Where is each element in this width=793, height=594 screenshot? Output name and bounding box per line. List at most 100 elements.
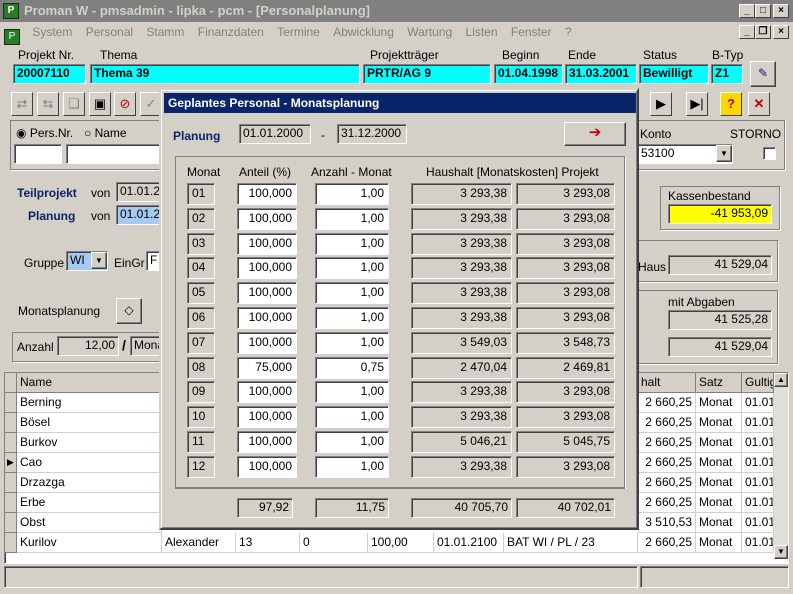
grid-cell-c3[interactable]: 100,00	[368, 533, 434, 553]
grid-cell-gultig[interactable]: 01.01	[742, 433, 774, 453]
row-selector-arrow-icon[interactable]: ▶	[5, 453, 17, 473]
grid-cell-gultig[interactable]: 01.01	[742, 533, 774, 553]
menu-abwicklung[interactable]: Abwicklung	[328, 22, 399, 42]
radio-persnr[interactable]: ◉ Pers.Nr.	[16, 126, 73, 140]
anteil-input[interactable]: 100,000	[237, 207, 297, 230]
help-icon[interactable]: ?	[720, 92, 742, 116]
anteil-input[interactable]: 100,000	[237, 282, 297, 305]
grid-cell-gultig[interactable]: 01.01	[742, 513, 774, 533]
col-header-halt[interactable]: halt	[638, 373, 696, 393]
save-icon[interactable]: ▣	[89, 92, 111, 116]
kassenbestand-field[interactable]: -41 953,09	[668, 204, 772, 224]
grid-cell-name[interactable]: Berning	[17, 393, 162, 413]
anteil-input[interactable]: 100,000	[237, 381, 297, 404]
exit-icon[interactable]: ➔	[564, 122, 626, 146]
thema-field[interactable]: Thema 39	[90, 64, 360, 84]
grid-cell-vorname[interactable]: Alexander	[162, 533, 236, 553]
anteil-input[interactable]: 100,000	[237, 307, 297, 329]
grid-cell-satz[interactable]: Monat	[696, 513, 742, 533]
anteil-input[interactable]: 100,000	[237, 232, 297, 255]
col-header-satz[interactable]: Satz	[696, 373, 742, 393]
col-header-gultig[interactable]: Gultig	[742, 373, 774, 393]
grid-cell-satz[interactable]: Monat	[696, 413, 742, 433]
close-window-button[interactable]: ×	[773, 4, 789, 18]
storno-checkbox[interactable]	[763, 147, 776, 160]
last-record-button[interactable]: ▶|	[686, 92, 708, 116]
grid-cell-satz[interactable]: Monat	[696, 393, 742, 413]
grid-cell-halt[interactable]: 2 660,25	[638, 533, 696, 553]
grid-cell-name[interactable]: Burkov	[17, 433, 162, 453]
grid-cell-name[interactable]: Cao	[17, 453, 162, 473]
row-selector[interactable]	[5, 393, 17, 413]
row-selector[interactable]	[5, 513, 17, 533]
grid-cell-gultig[interactable]: 01.01	[742, 393, 774, 413]
beginn-field[interactable]: 01.04.1998	[494, 64, 563, 84]
grid-cell-satz[interactable]: Monat	[696, 533, 742, 553]
haus-field[interactable]: 41 529,04	[668, 255, 772, 275]
anzahl-field[interactable]: 12,00	[57, 336, 119, 356]
row-selector[interactable]	[5, 473, 17, 493]
grid-cell-halt[interactable]: 2 660,25	[638, 473, 696, 493]
traeger-field[interactable]: PRTR/AG 9	[363, 64, 491, 84]
radio-name[interactable]: ○ Name	[84, 126, 127, 140]
anzahl-input[interactable]: 1,00	[315, 331, 389, 354]
scroll-down-button[interactable]: ▼	[774, 545, 788, 559]
anteil-input[interactable]: 100,000	[237, 455, 297, 478]
maximize-button[interactable]: □	[755, 4, 771, 18]
status-field[interactable]: Bewilligt	[639, 64, 709, 84]
ende-field[interactable]: 31.03.2001	[565, 64, 637, 84]
abgaben-field-2[interactable]: 41 529,04	[668, 337, 772, 357]
projekt-nr-field[interactable]: 20007110	[13, 64, 86, 84]
menu-wartung[interactable]: Wartung	[402, 22, 457, 42]
child-restore-button[interactable]: ❐	[755, 25, 771, 39]
name-input[interactable]	[66, 144, 160, 164]
row-selector[interactable]	[5, 413, 17, 433]
anzahl-input[interactable]: 1,00	[315, 207, 389, 230]
child-minimize-button[interactable]: _	[739, 25, 755, 39]
menu-fenster[interactable]: Fenster	[506, 22, 557, 42]
anzahl-input[interactable]: 1,00	[315, 381, 389, 404]
filter-icon[interactable]: ⇆	[37, 92, 59, 116]
menu-personal[interactable]: Personal	[81, 22, 138, 42]
child-close-button[interactable]: ×	[773, 25, 789, 39]
grid-cell-name[interactable]: Drzazga	[17, 473, 162, 493]
persnr-input[interactable]	[14, 144, 62, 164]
menu-system[interactable]: System	[27, 22, 77, 42]
grid-cell-gultig[interactable]: 01.01	[742, 453, 774, 473]
grid-cell-c1[interactable]: 13	[236, 533, 300, 553]
grid-cell-gultig[interactable]: 01.01	[742, 493, 774, 513]
minimize-button[interactable]: _	[739, 4, 755, 18]
grid-cell-halt[interactable]: 2 660,25	[638, 413, 696, 433]
close-icon[interactable]: ✕	[748, 92, 770, 116]
row-selector[interactable]	[5, 433, 17, 453]
scroll-up-button[interactable]: ▲	[774, 373, 788, 387]
sort-icon[interactable]: ⇄	[11, 92, 33, 116]
anteil-input[interactable]: 100,000	[237, 257, 297, 280]
anzahl-input[interactable]: 1,00	[315, 406, 389, 429]
grid-cell-halt[interactable]: 2 660,25	[638, 453, 696, 473]
grid-cell-gultig[interactable]: 01.01	[742, 413, 774, 433]
cancel-icon[interactable]: ⊘	[114, 92, 136, 116]
grid-cell-satz[interactable]: Monat	[696, 453, 742, 473]
teilprojekt-von-field[interactable]: 01.01.2	[116, 182, 160, 202]
anteil-input[interactable]: 100,000	[237, 331, 297, 354]
menu-listen[interactable]: Listen	[461, 22, 503, 42]
vertical-scrollbar[interactable]	[774, 387, 788, 545]
col-header-name[interactable]: Name	[17, 373, 162, 393]
grid-cell-name[interactable]: Erbe	[17, 493, 162, 513]
eingr-select[interactable]: F	[146, 251, 160, 271]
dialog-from-field[interactable]: 01.01.2000	[239, 124, 311, 144]
pin-icon[interactable]: ✎	[750, 61, 776, 87]
grid-cell-satz[interactable]: Monat	[696, 473, 742, 493]
grid-cell-name[interactable]: Obst	[17, 513, 162, 533]
anzahl-input[interactable]: 0,75	[315, 356, 389, 379]
menu-help[interactable]: ?	[560, 22, 577, 42]
grid-cell-satz[interactable]: Monat	[696, 493, 742, 513]
anteil-input[interactable]: 100,000	[237, 406, 297, 429]
grid-cell-name[interactable]: Kurilov	[17, 533, 162, 553]
anzahl-input[interactable]: 1,00	[315, 183, 389, 205]
grid-cell-halt[interactable]: 2 660,25	[638, 393, 696, 413]
mona-field[interactable]: Mona	[130, 336, 160, 356]
anteil-input[interactable]: 100,000	[237, 183, 297, 205]
grid-cell-name[interactable]: Bösel	[17, 413, 162, 433]
